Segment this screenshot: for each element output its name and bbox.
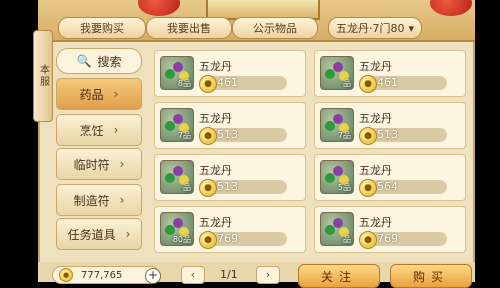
pill-icon: 品 bbox=[320, 56, 354, 90]
item-card[interactable]: 7品 五龙丹 ● 513 bbox=[314, 102, 466, 149]
category-cooking[interactable]: 烹饪 › bbox=[56, 114, 142, 146]
lantern-decoration bbox=[138, 0, 180, 16]
coin-icon: ● bbox=[359, 231, 377, 249]
chevron-right-icon: › bbox=[113, 87, 119, 101]
item-price: 513 bbox=[377, 128, 398, 141]
chevron-right-icon: › bbox=[113, 123, 119, 137]
item-quantity: 品 bbox=[343, 235, 351, 244]
item-price: 513 bbox=[217, 128, 238, 141]
search-icon: 🔍 bbox=[76, 54, 92, 68]
category-label: 烹饪 bbox=[79, 123, 104, 138]
top-bar: 我要购买 我要出售 公示物品 五龙丹·7门80 ▾ bbox=[38, 0, 475, 42]
chevron-right-icon: › bbox=[119, 193, 125, 207]
pill-icon: 7品 bbox=[320, 108, 354, 142]
item-card[interactable]: 8品 五龙丹 ● 461 bbox=[154, 50, 306, 97]
item-card[interactable]: 80品 五龙丹 ● 769 bbox=[154, 206, 306, 253]
category-quest-item[interactable]: 任务道具 › bbox=[56, 218, 142, 250]
chevron-down-icon: ▾ bbox=[408, 21, 415, 35]
pill-icon: 5品 bbox=[320, 160, 354, 194]
follow-button[interactable]: 关注 bbox=[298, 264, 380, 288]
lantern-decoration bbox=[430, 0, 472, 16]
item-price: 513 bbox=[217, 180, 238, 193]
pill-icon: 7品 bbox=[160, 108, 194, 142]
coin-icon: ● bbox=[199, 179, 217, 197]
page-indicator: 1/1 bbox=[220, 268, 238, 281]
item-card[interactable]: 5品 五龙丹 ● 564 bbox=[314, 154, 466, 201]
item-quantity: 80品 bbox=[172, 235, 191, 244]
item-price: 461 bbox=[377, 76, 398, 89]
coin-icon: ● bbox=[59, 268, 73, 282]
item-name: 五龙丹 bbox=[199, 60, 232, 73]
item-name: 五龙丹 bbox=[199, 112, 232, 125]
item-name: 五龙丹 bbox=[359, 216, 392, 229]
coin-icon: ● bbox=[359, 75, 377, 93]
item-card[interactable]: 7品 五龙丹 ● 513 bbox=[154, 102, 306, 149]
server-handle[interactable]: 本服 bbox=[33, 30, 53, 122]
tab-sell[interactable]: 我要出售 bbox=[146, 17, 232, 39]
category-label: 制造符 bbox=[73, 193, 110, 208]
item-price: 769 bbox=[377, 232, 398, 245]
item-name: 五龙丹 bbox=[359, 164, 392, 177]
coin-icon: ● bbox=[199, 231, 217, 249]
item-quantity: 5品 bbox=[337, 183, 351, 192]
chevron-right-icon: › bbox=[125, 227, 131, 241]
buy-button[interactable]: 购买 bbox=[390, 264, 472, 288]
item-price: 461 bbox=[217, 76, 238, 89]
search-label: 搜索 bbox=[97, 54, 122, 69]
item-card[interactable]: 品 五龙丹 ● 513 bbox=[154, 154, 306, 201]
money-display: ● 777,765 bbox=[52, 266, 160, 284]
item-name: 五龙丹 bbox=[199, 216, 232, 229]
search-button[interactable]: 🔍 搜索 bbox=[56, 48, 142, 74]
tab-buy[interactable]: 我要购买 bbox=[58, 17, 146, 39]
coin-icon: ● bbox=[199, 127, 217, 145]
item-filter-dropdown[interactable]: 五龙丹·7门80 ▾ bbox=[328, 17, 422, 39]
coin-icon: ● bbox=[359, 179, 377, 197]
item-quantity: 品 bbox=[183, 183, 191, 192]
pill-icon: 80品 bbox=[160, 212, 194, 246]
dropdown-label: 五龙丹·7门80 bbox=[335, 22, 405, 35]
prev-page-button[interactable]: ‹ bbox=[181, 266, 205, 284]
item-card[interactable]: 品 五龙丹 ● 461 bbox=[314, 50, 466, 97]
coin-icon: ● bbox=[199, 75, 217, 93]
category-label: 任务道具 bbox=[67, 227, 116, 242]
screen-edge bbox=[475, 0, 500, 282]
item-quantity: 7品 bbox=[177, 131, 191, 140]
pill-icon: 品 bbox=[320, 212, 354, 246]
pill-icon: 品 bbox=[160, 160, 194, 194]
item-card[interactable]: 品 五龙丹 ● 769 bbox=[314, 206, 466, 253]
item-price: 769 bbox=[217, 232, 238, 245]
next-page-button[interactable]: › bbox=[256, 266, 280, 284]
money-value: 777,765 bbox=[81, 269, 123, 281]
item-name: 五龙丹 bbox=[359, 60, 392, 73]
item-name: 五龙丹 bbox=[359, 112, 392, 125]
tab-public[interactable]: 公示物品 bbox=[232, 17, 318, 39]
category-craft-talisman[interactable]: 制造符 › bbox=[56, 184, 142, 216]
item-quantity: 8品 bbox=[177, 79, 191, 88]
server-handle-label: 本服 bbox=[37, 64, 49, 88]
category-medicine[interactable]: 药品 › bbox=[56, 78, 142, 110]
category-temp-talisman[interactable]: 临时符 › bbox=[56, 148, 142, 180]
category-label: 临时符 bbox=[73, 157, 110, 172]
chevron-right-icon: › bbox=[119, 157, 125, 171]
item-quantity: 品 bbox=[343, 79, 351, 88]
pill-icon: 8品 bbox=[160, 56, 194, 90]
item-name: 五龙丹 bbox=[199, 164, 232, 177]
coin-icon: ● bbox=[359, 127, 377, 145]
category-label: 药品 bbox=[79, 87, 104, 102]
item-price: 564 bbox=[377, 180, 398, 193]
item-quantity: 7品 bbox=[337, 131, 351, 140]
